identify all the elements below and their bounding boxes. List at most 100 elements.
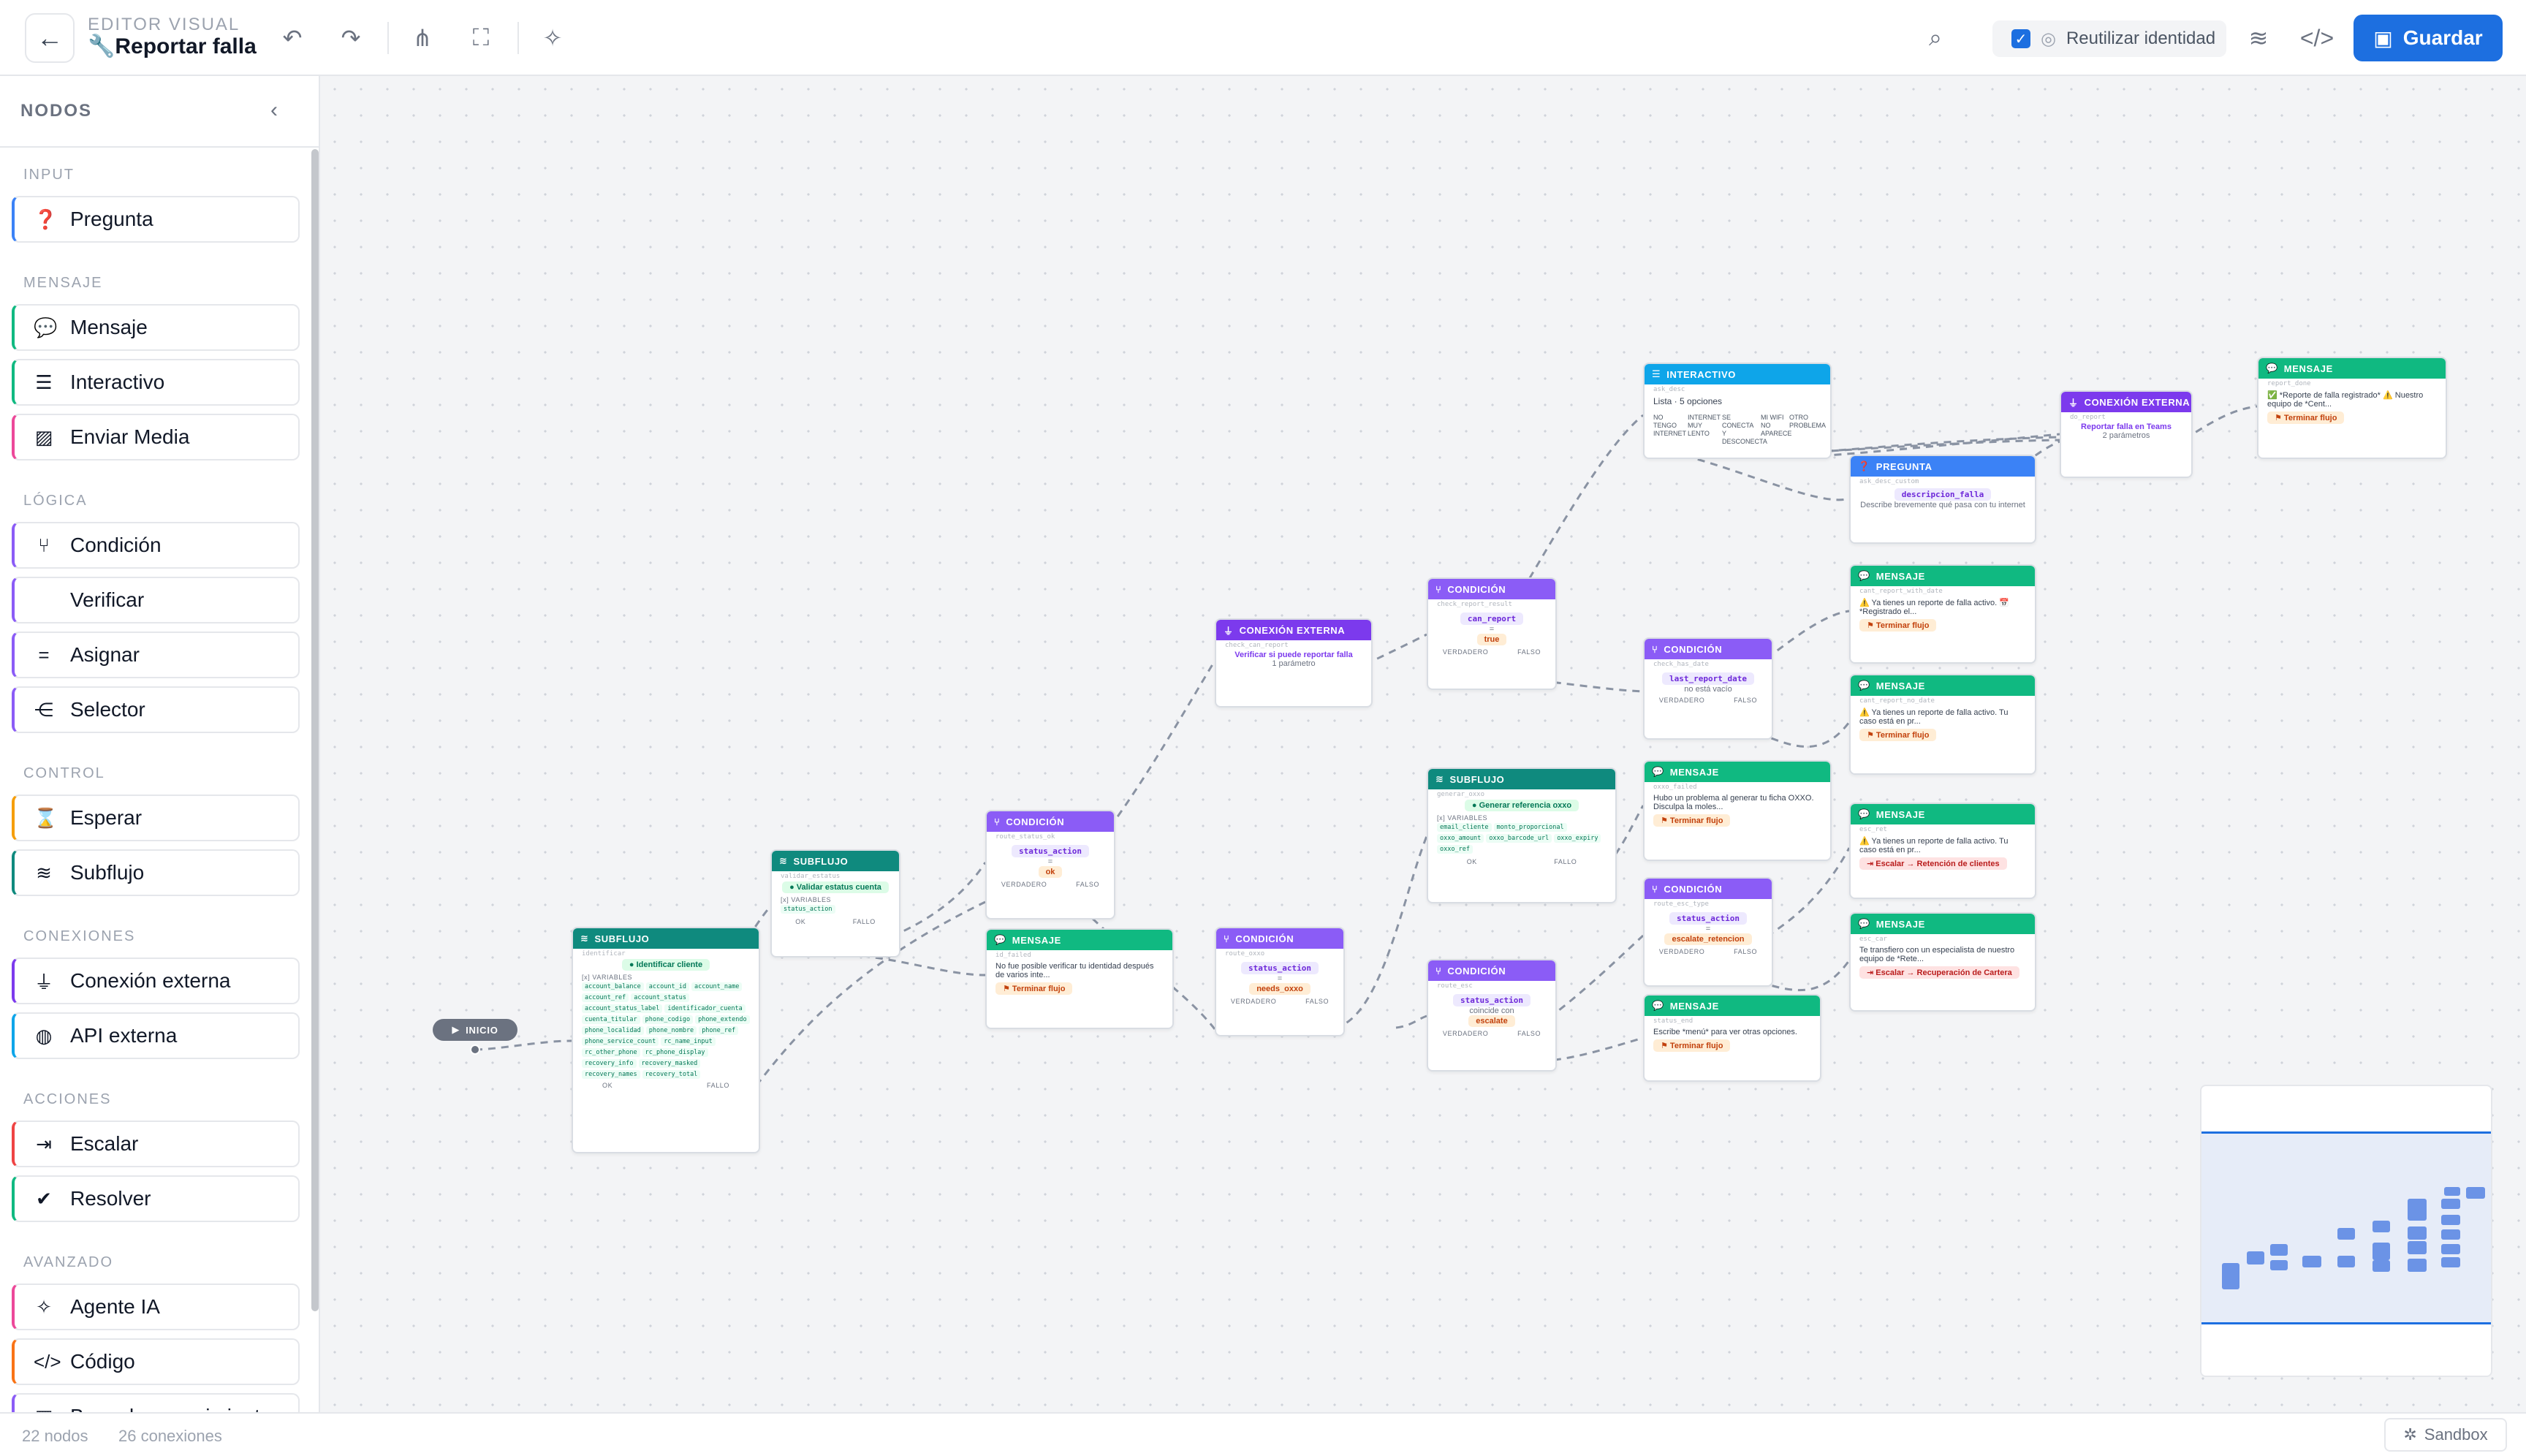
node-condicion-esc-type[interactable]: ⑂ CONDICIÓN route_esc_type status_action …: [1643, 877, 1773, 987]
sidebar-item-interactivo[interactable]: ☰ Interactivo: [12, 359, 300, 406]
node-mensaje-status-end[interactable]: 💬 MENSAJE status_end Escribe *menú* para …: [1643, 994, 1821, 1082]
node-condicion-has-date[interactable]: ⑂ CONDICIÓN check_has_date last_report_da…: [1643, 637, 1773, 740]
node-condicion-status-ok[interactable]: ⑂ CONDICIÓN route_status_ok status_action…: [985, 810, 1115, 920]
node-ports: VERDADERO FALSO: [1428, 1027, 1555, 1037]
reuse-identity-toggle[interactable]: ✓ ◎ Reutilizar identidad: [1992, 20, 2226, 57]
sidebar-item-esperar[interactable]: ⌛ Esperar: [12, 795, 300, 841]
node-id: esc_ret: [1859, 826, 1887, 833]
sidebar-item-api-externa[interactable]: ◍ API externa: [12, 1012, 300, 1059]
variable-tag: oxxo_ref: [1437, 845, 1473, 854]
undo-icon[interactable]: ↶: [275, 20, 310, 56]
sidebar-scrollbar[interactable]: [311, 149, 319, 1311]
minimap[interactable]: [2200, 1085, 2492, 1377]
node-mensaje-oxxo-failed[interactable]: 💬 MENSAJE oxxo_failed Hubo un problema al…: [1643, 760, 1832, 861]
sandbox-button[interactable]: ✲ Sandbox: [2384, 1418, 2507, 1452]
vars-heading: [x] VARIABLES: [582, 974, 633, 981]
sidebar-item-label: Conexión externa: [70, 969, 231, 992]
node-mensaje-cant-report-no-date[interactable]: 💬 MENSAJE cant_report_no_date ⚠️ Ya tiene…: [1849, 674, 2036, 775]
node-pregunta[interactable]: ❓ PREGUNTA ask_desc_custom descripcion_fa…: [1849, 455, 2036, 544]
start-node[interactable]: ▶ INICIO: [433, 1019, 517, 1041]
node-mensaje-esc-ret[interactable]: 💬 MENSAJE esc_ret ⚠️ Ya tienes un reporte…: [1849, 803, 2036, 899]
node-condicion-oxxo[interactable]: ⑂ CONDICIÓN route_oxxo status_action = ne…: [1215, 927, 1345, 1036]
connections-count: 26 conexiones: [118, 1427, 222, 1445]
floppy-icon: ▣: [2373, 26, 2393, 50]
sidebar-item-label: Verificar: [70, 588, 145, 611]
node-conexion-do-report[interactable]: ⏚ CONEXIÓN EXTERNA do_report Reportar fal…: [2060, 390, 2193, 478]
escalate-label: Escalar → Recuperación de Cartera: [1875, 968, 2012, 977]
sidebar-item-asignar[interactable]: = Asignar: [12, 632, 300, 678]
check-circle-icon: ✔: [36, 1187, 52, 1210]
variable-tag: account_name: [691, 982, 743, 991]
sidebar-item-condicion[interactable]: ⑂ Condición: [12, 522, 300, 569]
minimap-node: [2441, 1199, 2460, 1209]
node-subflujo-identificar[interactable]: ≋ SUBFLUJO identificar ● Identificar clie…: [572, 927, 760, 1153]
node-mensaje-report-done[interactable]: 💬 MENSAJE report_done ✅ *Reporte de falla…: [2257, 357, 2447, 459]
node-type: PREGUNTA: [1875, 460, 1933, 472]
magic-wand-icon[interactable]: ✧: [535, 20, 570, 56]
checkbox-checked-icon[interactable]: ✓: [2011, 29, 2030, 48]
collapse-sidebar-icon[interactable]: ‹: [270, 98, 278, 123]
back-button[interactable]: ←: [25, 13, 75, 63]
node-id: cant_report_no_date: [1859, 697, 1935, 705]
node-id: identificar: [582, 950, 626, 958]
node-mensaje-cant-report-date[interactable]: 💬 MENSAJE cant_report_with_date ⚠️ Ya tie…: [1849, 564, 2036, 664]
minimap-node: [2408, 1226, 2427, 1240]
condition-operator: =: [1489, 625, 1495, 634]
redo-icon[interactable]: ↷: [333, 20, 368, 56]
branch-icon: ⑂: [1435, 965, 1442, 977]
node-header: ⏚ CONEXIÓN EXTERNA: [1216, 620, 1371, 640]
sidebar-item-label: Interactivo: [70, 371, 165, 393]
sidebar-item-escalar[interactable]: ⇥ Escalar: [12, 1121, 300, 1167]
condition-variable: last_report_date: [1662, 672, 1754, 685]
code-icon[interactable]: </>: [2299, 20, 2335, 56]
node-condicion-can-report[interactable]: ⑂ CONDICIÓN check_report_result can_repor…: [1427, 577, 1557, 690]
sidebar-item-subflujo[interactable]: ≋ Subflujo: [12, 849, 300, 896]
chat-bubble-icon: 💬: [1652, 766, 1664, 777]
node-interactivo[interactable]: ☰ INTERACTIVO ask_desc Lista · 5 opciones…: [1643, 363, 1832, 459]
node-condicion-escalate[interactable]: ⑂ CONDICIÓN route_esc status_action coinc…: [1427, 959, 1557, 1072]
sidebar-item-enviar-media[interactable]: ▨ Enviar Media: [12, 414, 300, 460]
sidebar-item-agente-ia[interactable]: ✧ Agente IA: [12, 1284, 300, 1330]
node-mensaje-esc-car[interactable]: 💬 MENSAJE esc_car Te transfiero con un es…: [1849, 912, 2036, 1012]
reuse-identity-label: Reutilizar identidad: [2066, 29, 2216, 48]
node-subflujo-validar[interactable]: ≋ SUBFLUJO validar_estatus ● Validar esta…: [770, 849, 900, 958]
node-mensaje-id-failed[interactable]: 💬 MENSAJE id_failed No fue posible verifi…: [985, 928, 1174, 1029]
variable-tag: rc_other_phone: [582, 1048, 640, 1057]
sidebar-item-codigo[interactable]: </> Código: [12, 1338, 300, 1385]
layers-icon[interactable]: ≋: [2241, 20, 2276, 56]
node-subflujo-oxxo[interactable]: ≋ SUBFLUJO generar_oxxo ● Generar referen…: [1427, 767, 1617, 903]
sidebar-item-resolver[interactable]: ✔ Resolver: [12, 1175, 300, 1222]
search-icon[interactable]: ⌕: [1918, 20, 1953, 56]
sidebar-item-base-conocimiento[interactable]: ▦ Base de conocimiento: [12, 1393, 300, 1412]
node-ports: VERDADERO FALSO: [987, 878, 1114, 888]
sidebar-item-pregunta[interactable]: ❓ Pregunta: [12, 196, 300, 243]
auto-layout-icon[interactable]: ⋔: [405, 20, 440, 56]
plug-icon: ⏚: [1224, 625, 1234, 637]
message-text: ✅ *Reporte de falla registrado* ⚠️ Nuest…: [2267, 391, 2424, 409]
minimap-node: [2408, 1199, 2427, 1221]
minimap-node: [2373, 1260, 2390, 1272]
vars-label: VARIABLES: [592, 974, 633, 981]
node-id: validar_estatus: [781, 873, 841, 880]
chat-bubble-icon: 💬: [1858, 680, 1870, 691]
node-header: ☰ INTERACTIVO: [1645, 364, 1830, 384]
category-control: CONTROL: [23, 765, 105, 781]
flow-canvas[interactable]: ▶ INICIO ≋ SUBFLUJO identificar ● Identif…: [322, 76, 2526, 1412]
node-id: esc_car: [1859, 936, 1887, 943]
condition-value: ok: [1038, 866, 1063, 878]
variable-tag: rc_name_input: [661, 1037, 716, 1046]
node-id: generar_oxxo: [1437, 791, 1485, 798]
node-port[interactable]: [470, 1044, 480, 1055]
sidebar-item-selector[interactable]: ⋲ Selector: [12, 686, 300, 733]
sidebar-item-conexion-externa[interactable]: ⏚ Conexión externa: [12, 958, 300, 1004]
sidebar-item-mensaje[interactable]: 💬 Mensaje: [12, 304, 300, 351]
node-conexion-check-report[interactable]: ⏚ CONEXIÓN EXTERNA check_can_report Verif…: [1215, 618, 1373, 708]
minimap-node: [2247, 1251, 2264, 1264]
save-button[interactable]: ▣ Guardar: [2354, 15, 2503, 61]
variable-tag: phone_codigo: [642, 1015, 694, 1024]
node-type: CONDICIÓN: [1664, 643, 1723, 655]
split-icon: ⋲: [34, 698, 53, 721]
sidebar-item-label: Código: [70, 1350, 135, 1373]
fit-view-icon[interactable]: ⛶: [463, 20, 498, 56]
sidebar-item-verificar[interactable]: Verificar: [12, 577, 300, 623]
